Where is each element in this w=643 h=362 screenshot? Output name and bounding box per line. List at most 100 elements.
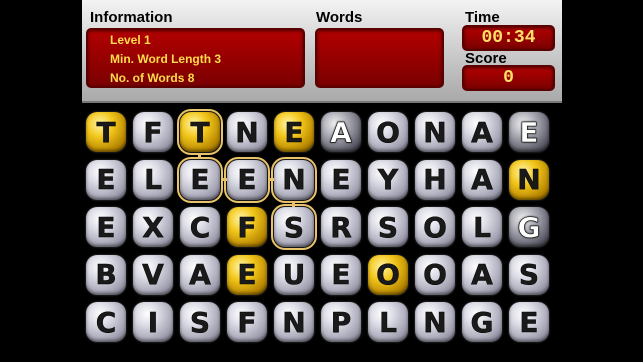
letter-tile[interactable]: N [415, 112, 455, 152]
tile-letter: N [282, 163, 306, 197]
letter-tile[interactable]: L [133, 159, 173, 200]
tile-letter: N [282, 305, 306, 339]
tile-letter: L [379, 305, 397, 339]
tile-letter: O [423, 258, 447, 292]
tile-letter: S [189, 305, 211, 339]
letter-tile[interactable]: T [177, 109, 223, 155]
words-box [315, 28, 444, 88]
tile-letter: N [423, 115, 447, 149]
letter-tile[interactable]: G [509, 207, 549, 247]
tile-letter: C [189, 210, 211, 244]
letter-tile[interactable]: F [227, 207, 267, 247]
tile-letter: F [237, 210, 257, 244]
tile-letter: S [377, 210, 399, 244]
tile-letter: E [284, 115, 304, 149]
letter-tile[interactable]: S [180, 302, 220, 342]
tile-letter: B [95, 258, 117, 292]
letter-tile[interactable]: F [133, 112, 173, 152]
letter-tile[interactable]: N [415, 302, 455, 342]
letter-tile[interactable]: I [133, 302, 173, 342]
letter-tile[interactable]: G [462, 302, 502, 342]
tile-letter: E [190, 163, 210, 197]
tile-letter: V [142, 258, 164, 292]
letter-tile[interactable]: N [274, 302, 314, 342]
time-box: 00:34 [462, 25, 555, 51]
tile-letter: O [376, 258, 400, 292]
letter-tile[interactable]: Y [368, 159, 408, 200]
tile-letter: A [471, 115, 493, 149]
letter-tile[interactable]: A [462, 159, 502, 200]
tile-letter: G [517, 210, 541, 244]
tile-letter: L [473, 210, 491, 244]
letter-tile[interactable]: E [321, 254, 361, 295]
tile-letter: Y [377, 163, 399, 197]
info-panel: Information Level 1 Min. Word Length 3 N… [82, 0, 562, 103]
letter-tile[interactable]: E [227, 254, 267, 295]
letter-tile[interactable]: E [86, 159, 126, 200]
selection-connector [198, 154, 201, 159]
tile-letter: E [331, 163, 351, 197]
letter-tile[interactable]: E [509, 112, 549, 152]
tile-letter: T [190, 115, 210, 149]
tile-letter: N [517, 163, 541, 197]
letter-tile[interactable]: O [368, 254, 408, 295]
letter-tile[interactable]: B [86, 254, 126, 295]
letter-tile[interactable]: C [86, 302, 126, 342]
tile-letter: E [331, 258, 351, 292]
letter-tile[interactable]: P [321, 302, 361, 342]
letter-tile[interactable]: E [321, 159, 361, 200]
tile-letter: O [376, 115, 400, 149]
letter-tile[interactable]: U [274, 254, 314, 295]
tile-letter: E [237, 163, 257, 197]
letter-tile[interactable]: E [224, 156, 270, 203]
tile-letter: F [143, 115, 163, 149]
tile-letter: A [471, 258, 493, 292]
tile-letter: N [235, 115, 259, 149]
letter-grid: TFTNEAONAEELEENEYHANEXCFSRSOLGBVAEUEOOAS… [86, 109, 558, 356]
tile-letter: E [96, 210, 116, 244]
time-heading: Time [465, 9, 500, 26]
tile-letter: G [470, 305, 494, 339]
letter-tile[interactable]: H [415, 159, 455, 200]
tile-letter: F [237, 305, 257, 339]
tile-letter: O [423, 210, 447, 244]
letter-tile[interactable]: A [462, 112, 502, 152]
letter-tile[interactable]: A [462, 254, 502, 295]
letter-tile[interactable]: E [177, 156, 223, 203]
words-heading: Words [316, 9, 363, 26]
tile-letter: S [283, 210, 305, 244]
score-value: 0 [503, 68, 514, 88]
letter-tile[interactable]: N [271, 156, 317, 203]
tile-letter: H [423, 163, 447, 197]
letter-tile[interactable]: O [415, 254, 455, 295]
letter-tile[interactable]: S [368, 207, 408, 247]
letter-tile[interactable]: E [274, 112, 314, 152]
selection-connector [269, 177, 274, 181]
letter-tile[interactable]: O [368, 112, 408, 152]
letter-tile[interactable]: A [180, 254, 220, 295]
letter-tile[interactable]: L [462, 207, 502, 247]
letter-tile[interactable]: T [86, 112, 126, 152]
letter-tile[interactable]: S [509, 254, 549, 295]
letter-tile[interactable]: R [321, 207, 361, 247]
tile-letter: P [330, 305, 352, 339]
letter-tile[interactable]: S [271, 204, 317, 250]
tile-letter: E [519, 115, 539, 149]
information-box: Level 1 Min. Word Length 3 No. of Words … [86, 28, 305, 88]
letter-tile[interactable]: C [180, 207, 220, 247]
selection-connector [222, 177, 227, 181]
letter-tile[interactable]: F [227, 302, 267, 342]
letter-tile[interactable]: N [227, 112, 267, 152]
letter-tile[interactable]: E [86, 207, 126, 247]
letter-tile[interactable]: A [321, 112, 361, 152]
letter-tile[interactable]: E [509, 302, 549, 342]
letter-tile[interactable]: O [415, 207, 455, 247]
tile-letter: E [237, 258, 257, 292]
letter-tile[interactable]: N [509, 159, 549, 200]
letter-tile[interactable]: V [133, 254, 173, 295]
tile-letter: S [518, 258, 540, 292]
letter-tile[interactable]: L [368, 302, 408, 342]
time-value: 00:34 [481, 28, 536, 48]
letter-tile[interactable]: X [133, 207, 173, 247]
number-of-words-text: No. of Words 8 [110, 71, 195, 85]
